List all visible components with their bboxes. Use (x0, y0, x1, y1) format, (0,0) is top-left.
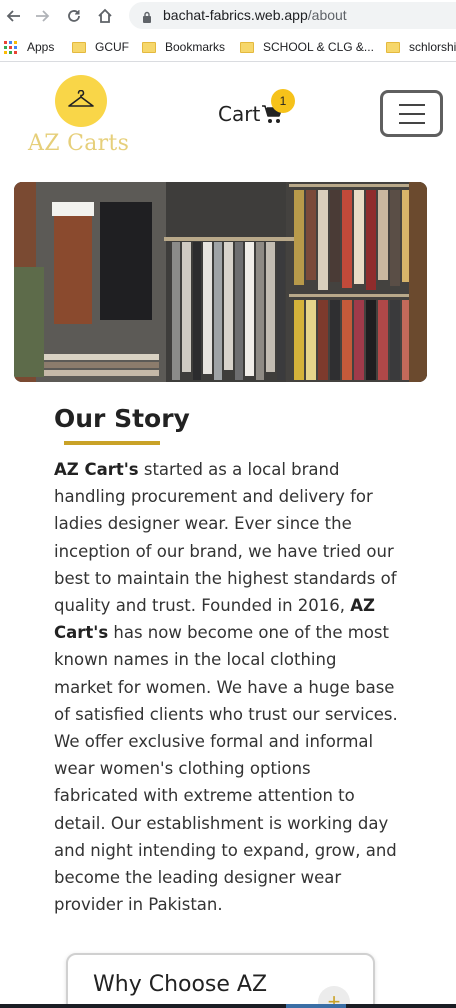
bookmarks-bar: Apps GCUF Bookmarks SCHOOL & CLG &... sc… (0, 32, 456, 62)
bookmark-school[interactable]: SCHOOL & CLG &... (240, 39, 374, 55)
hanger-icon (68, 90, 94, 107)
menu-line (398, 112, 425, 115)
url-path: /about (307, 7, 347, 23)
url-host: bachat-fabrics.web.app (163, 7, 308, 23)
bookmark-label: schlorship (409, 40, 456, 54)
cart-label: Cart (218, 102, 261, 126)
hero-image (14, 182, 427, 382)
brand-name-bold: AZ Cart's (54, 460, 139, 479)
menu-line (398, 121, 425, 124)
folder-icon (240, 41, 254, 53)
lock-icon (142, 10, 152, 28)
browser-toolbar: bachat-fabrics.web.app/about (0, 0, 456, 32)
story-title: Our Story (54, 404, 190, 433)
clothing-rack-photo (14, 182, 427, 382)
story-paragraph: AZ Cart's started as a local brand handl… (54, 456, 399, 918)
apps-grid-icon (4, 40, 17, 54)
story-text-part-2: has now become one of the most known nam… (54, 623, 398, 915)
title-underline (64, 441, 160, 445)
cart-count-badge: 1 (271, 89, 295, 113)
reload-icon[interactable] (62, 4, 86, 28)
home-icon[interactable] (93, 4, 117, 28)
bookmark-label: GCUF (95, 40, 129, 54)
back-icon[interactable] (2, 4, 26, 28)
bookmark-apps[interactable]: Apps (4, 39, 54, 55)
folder-icon (72, 41, 86, 53)
forward-icon[interactable] (30, 4, 54, 28)
bookmark-bookmarks[interactable]: Bookmarks (142, 39, 225, 55)
bookmark-label: Bookmarks (165, 40, 226, 54)
menu-toggle-button[interactable] (380, 90, 443, 137)
bookmark-gcuf[interactable]: GCUF (72, 39, 129, 55)
logo[interactable] (55, 75, 107, 127)
folder-icon (386, 41, 400, 53)
taskbar-accent (286, 1004, 346, 1008)
why-choose-title: Why Choose AZ (93, 972, 268, 997)
bookmark-label: Apps (27, 40, 55, 54)
bookmark-schlorship[interactable]: schlorship (386, 39, 456, 55)
taskbar-edge (0, 1004, 456, 1008)
folder-icon (142, 41, 156, 53)
menu-line (398, 103, 425, 106)
story-text-part-1: started as a local brand handling procur… (54, 460, 397, 616)
brand-name[interactable]: AZ Carts (28, 131, 129, 156)
url-text: bachat-fabrics.web.app/about (163, 7, 347, 23)
why-choose-accordion[interactable]: Why Choose AZ + (66, 953, 375, 1008)
address-bar[interactable]: bachat-fabrics.web.app/about (129, 2, 456, 29)
bookmark-label: SCHOOL & CLG &... (263, 40, 374, 54)
